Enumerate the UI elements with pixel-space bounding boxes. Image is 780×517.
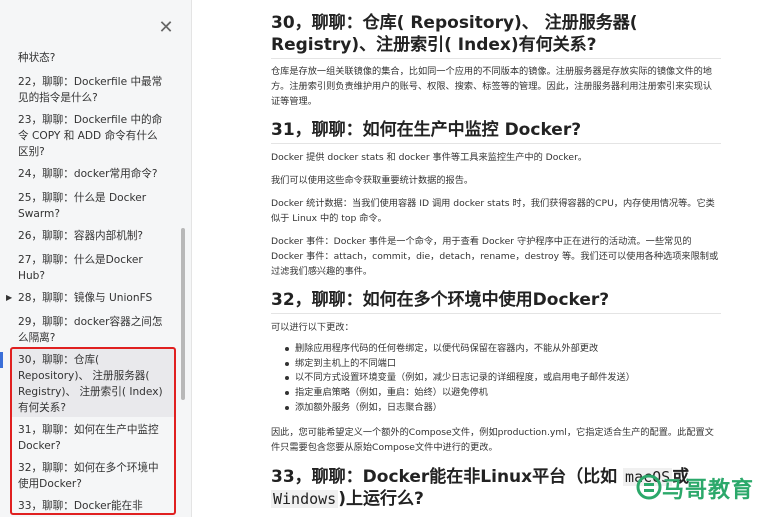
heading-33-part: )上运行么? <box>338 489 424 509</box>
paragraph-32b: 因此，您可能希望定义一个额外的Compose文件，例如production.ym… <box>271 427 714 453</box>
sidebar-item-27[interactable]: 27，聊聊：什么是Docker Hub? <box>18 252 168 284</box>
watermark-text: 马哥教育 <box>662 478 755 503</box>
sidebar-header: ✕ <box>0 0 190 44</box>
paragraph-31d: Docker 事件：Docker 事件是一个命令，用于查看 Docker 守护程… <box>271 236 719 277</box>
inline-code-windows: Windows <box>271 490 339 508</box>
heading-32: 32，聊聊：如何在多个环境中使用Docker? <box>271 290 610 310</box>
active-item-marker <box>0 352 3 368</box>
paragraph-32a: 可以进行以下更改： <box>271 322 354 333</box>
heading-divider <box>271 313 721 314</box>
sidebar-item-33[interactable]: 33，聊聊：Docker能在非 <box>18 498 168 514</box>
list-item: 添加额外服务（例如，日志聚合器） <box>283 401 713 416</box>
article-content: 30，聊聊：仓库( Repository)、 注册服务器( Registry)、… <box>197 0 780 517</box>
sidebar-item-30[interactable]: 30，聊聊：仓库( Repository)、 注册服务器( Registry)、… <box>18 352 168 416</box>
sidebar-item-28[interactable]: 28，聊聊：镜像与 UnionFS <box>6 290 168 306</box>
sidebar-item-25[interactable]: 25，聊聊：什么是 Docker Swarm? <box>18 190 168 222</box>
paragraph-31a: Docker 提供 docker stats 和 docker 事件等工具来监控… <box>271 152 588 163</box>
heading-divider <box>271 58 721 59</box>
paragraph-31b: 我们可以使用这些命令获取重要统计数据的报告。 <box>271 175 474 186</box>
paragraph-31c: Docker 统计数据：当我们使用容器 ID 调用 docker stats 时… <box>271 198 715 224</box>
sidebar-item-31[interactable]: 31，聊聊：如何在生产中监控 Docker? <box>18 422 168 454</box>
sidebar-item-29[interactable]: 29，聊聊：docker容器之间怎么隔离? <box>18 314 168 346</box>
sidebar-item-22[interactable]: 22，聊聊：Dockerfile 中最常见的指令是什么? <box>18 74 168 106</box>
sidebar-item-23[interactable]: 23，聊聊：Dockerfile 中的命令 COPY 和 ADD 命令有什么区别… <box>18 112 168 160</box>
list-item: 以不同方式设置环境变量（例如，减少日志记录的详细程度，或启用电子邮件发送） <box>283 371 713 386</box>
heading-30: 30，聊聊：仓库( Repository)、 注册服务器( Registry)、… <box>271 13 638 55</box>
list-item: 删除应用程序代码的任何卷绑定，以便代码保留在容器内，不能从外部更改 <box>283 342 713 357</box>
sidebar-item-24[interactable]: 24，聊聊：docker常用命令? <box>18 166 168 182</box>
heading-33-part: 33，聊聊：Docker能在非Linux平台（比如 <box>271 467 624 487</box>
heading-divider <box>271 143 721 144</box>
close-icon[interactable]: ✕ <box>156 18 176 38</box>
bullet-list-32: 删除应用程序代码的任何卷绑定，以便代码保留在容器内，不能从外部更改 绑定到主机上… <box>283 342 713 416</box>
list-item: 指定重启策略（例如，重启：始终）以避免停机 <box>283 386 713 401</box>
paragraph-30: 仓库是存放一组关联镜像的集合，比如同一个应用的不同版本的镜像。注册服务器是存放实… <box>271 66 712 107</box>
sidebar-item-26[interactable]: 26，聊聊：容器内部机制? <box>18 228 168 244</box>
heading-31: 31，聊聊：如何在生产中监控 Docker? <box>271 120 582 140</box>
list-item: 绑定到主机上的不同端口 <box>283 357 713 372</box>
toc-sidebar: ✕ 种状态? 22，聊聊：Dockerfile 中最常见的指令是什么? 23，聊… <box>0 0 192 517</box>
sidebar-scrollbar[interactable] <box>181 228 185 400</box>
app-root: ✕ 种状态? 22，聊聊：Dockerfile 中最常见的指令是什么? 23，聊… <box>0 0 780 517</box>
sidebar-item-32[interactable]: 32，聊聊：如何在多个环境中使用Docker? <box>18 460 168 492</box>
sidebar-item-21-tail[interactable]: 种状态? <box>18 50 168 66</box>
